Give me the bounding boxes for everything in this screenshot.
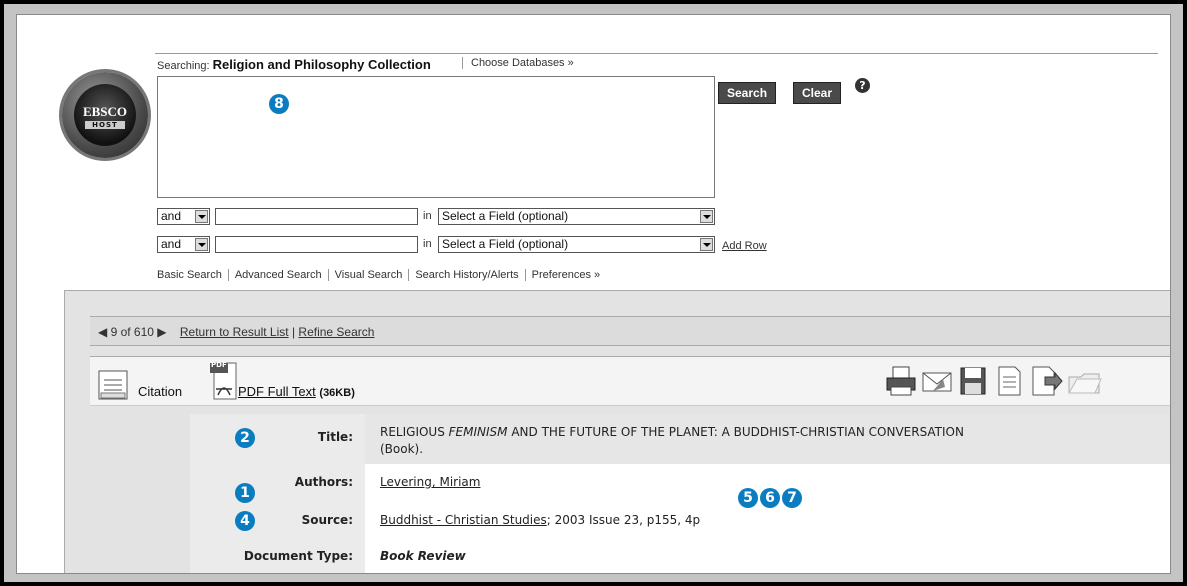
searching-label: Searching: Religion and Philosophy Colle… [157, 57, 431, 72]
source-value: Buddhist - Christian Studies; 2003 Issue… [380, 513, 700, 527]
document-type-value: Book Review [380, 549, 466, 563]
save-icon[interactable] [957, 365, 989, 397]
nav-separator: | [291, 325, 296, 339]
source-details: ; 2003 Issue 23, p155, 4p [546, 513, 701, 527]
document-type-label: Document Type: [243, 549, 353, 563]
boolean-select-1[interactable]: and [157, 208, 210, 225]
search-button[interactable]: Search [718, 82, 777, 104]
nav-search-history[interactable]: Search History/Alerts [408, 269, 524, 281]
boolean-select-1-value: and [161, 209, 182, 223]
record-details-table: 2 Title: RELIGIOUS FEMINISM AND THE FUTU… [90, 414, 1170, 573]
chevron-down-icon [195, 210, 208, 223]
add-row-link[interactable]: Add Row [722, 240, 767, 252]
citation-icon[interactable] [98, 370, 128, 400]
callout-badge-6: 6 [760, 488, 780, 508]
result-position: 9 of 610 [110, 325, 154, 339]
field-select-2-value: Select a Field (optional) [442, 237, 569, 251]
title-text-line2: (Book). [380, 442, 424, 456]
logo-text-host: HOST [85, 121, 125, 129]
in-label-1: in [423, 210, 432, 222]
field-select-1[interactable]: Select a Field (optional) [438, 208, 715, 225]
callout-badge-8: 8 [269, 94, 289, 114]
result-detail-area: ◀ 9 of 610 ▶ Return to Result List | Ref… [64, 290, 1170, 573]
nav-basic-search[interactable]: Basic Search [157, 269, 228, 281]
pdf-full-text-link[interactable]: PDF Full Text (36KB) [238, 384, 355, 399]
return-to-result-list-link[interactable]: Return to Result List [180, 325, 289, 339]
logo-text-ebsco: EBSCO [82, 104, 128, 119]
refine-search-link[interactable]: Refine Search [298, 325, 374, 339]
pdf-size: (36KB) [319, 387, 355, 399]
title-value: RELIGIOUS FEMINISM AND THE FUTURE OF THE… [380, 424, 1160, 458]
prev-arrow-icon[interactable]: ◀ [98, 325, 107, 339]
citation-label[interactable]: Citation [138, 384, 182, 399]
clear-button[interactable]: Clear [793, 82, 842, 104]
title-label: Title: [317, 430, 353, 444]
pdf-full-text-label[interactable]: PDF Full Text [238, 384, 316, 399]
search-textarea[interactable] [157, 76, 715, 198]
nav-preferences[interactable]: Preferences » [524, 269, 606, 281]
screenshot-frame: EBSCO HOST Searching: Religion and Philo… [0, 0, 1187, 586]
help-icon[interactable]: ? [855, 78, 870, 93]
chevron-down-icon [700, 210, 713, 223]
chevron-down-icon [195, 238, 208, 251]
logo-inner: EBSCO HOST [74, 84, 136, 146]
choose-databases-link[interactable]: Choose Databases » [462, 57, 574, 69]
authors-label: Authors: [294, 475, 353, 489]
callout-badge-5: 5 [738, 488, 758, 508]
title-text-part2: AND THE FUTURE OF THE PLANET: A BUDDHIST… [507, 425, 964, 439]
authors-link[interactable]: Levering, Miriam [380, 475, 480, 489]
source-journal-link[interactable]: Buddhist - Christian Studies [380, 513, 547, 527]
ebsco-host-logo[interactable]: EBSCO HOST [62, 72, 148, 158]
callout-badge-7: 7 [782, 488, 802, 508]
print-icon[interactable] [885, 365, 917, 397]
search-field-input-1[interactable] [215, 208, 418, 225]
top-divider [155, 53, 1158, 54]
chevron-down-icon [700, 238, 713, 251]
searching-prefix: Searching: [157, 60, 210, 72]
record-toolbar: Citation PDF PDF Full Text (36KB) [90, 356, 1170, 406]
database-name: Religion and Philosophy Collection [212, 57, 431, 72]
export-icon[interactable] [1029, 365, 1063, 397]
search-nav: Basic Search Advanced Search Visual Sear… [157, 269, 606, 281]
field-select-2[interactable]: Select a Field (optional) [438, 236, 715, 253]
in-label-2: in [423, 238, 432, 250]
nav-visual-search[interactable]: Visual Search [327, 269, 409, 281]
pdf-badge: PDF [211, 361, 227, 369]
email-icon[interactable] [921, 365, 953, 397]
ebsco-page: EBSCO HOST Searching: Religion and Philo… [16, 14, 1171, 574]
boolean-select-2-value: and [161, 237, 182, 251]
title-text-em: FEMINISM [448, 425, 508, 439]
search-field-input-2[interactable] [215, 236, 418, 253]
title-text-part1: RELIGIOUS [380, 425, 449, 439]
nav-advanced-search[interactable]: Advanced Search [227, 269, 328, 281]
folder-icon[interactable] [1067, 365, 1103, 397]
boolean-select-2[interactable]: and [157, 236, 210, 253]
result-navigation: ◀ 9 of 610 ▶ Return to Result List | Ref… [90, 316, 1170, 346]
source-label: Source: [301, 513, 353, 527]
field-select-1-value: Select a Field (optional) [442, 209, 569, 223]
cite-icon[interactable] [993, 365, 1025, 397]
next-arrow-icon[interactable]: ▶ [157, 325, 166, 339]
